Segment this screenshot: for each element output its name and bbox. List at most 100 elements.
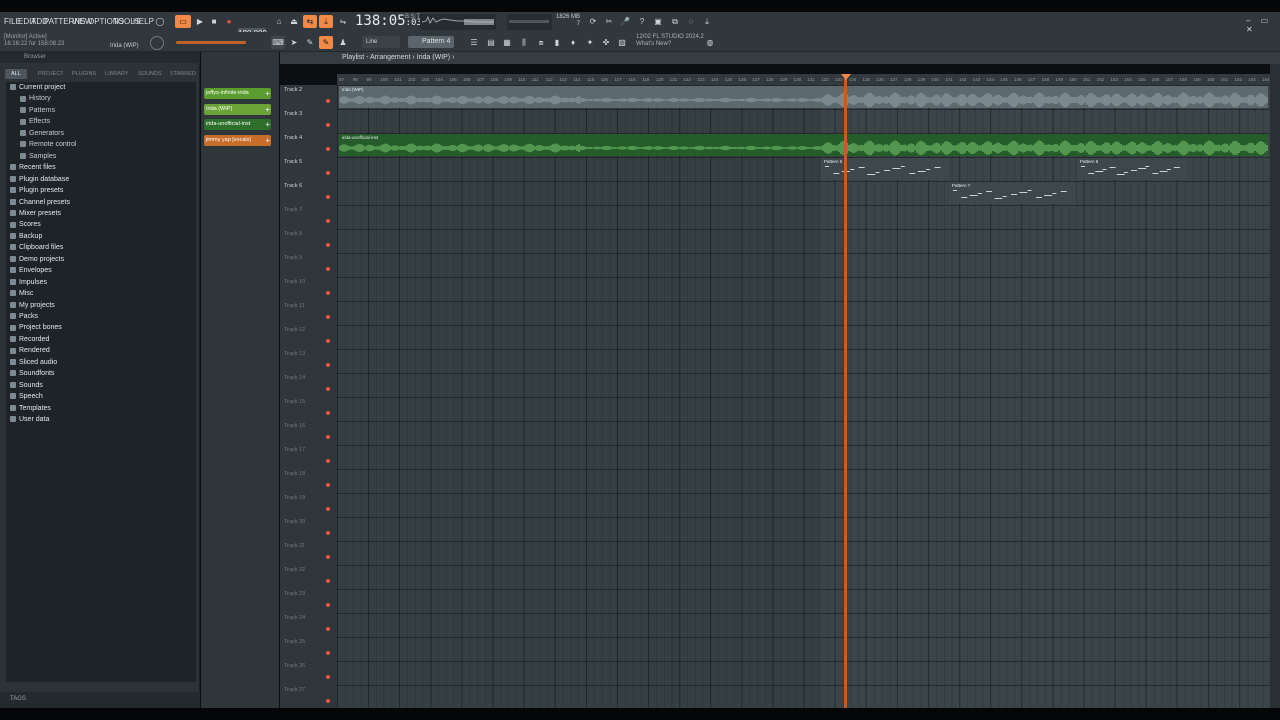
track-name[interactable]: Track 22 — [284, 567, 305, 573]
browser-item[interactable]: Sounds — [10, 382, 43, 389]
save-icon[interactable]: ▣ — [651, 15, 665, 28]
add-clip-icon[interactable]: + — [265, 135, 270, 146]
piano-roll-icon[interactable]: ▤ — [484, 36, 498, 49]
track-name[interactable]: Track 25 — [284, 639, 305, 645]
picker-clip[interactable]: Irida (WIP) + — [204, 103, 271, 115]
audio-clip[interactable]: irida-unofficial-inst — [339, 134, 1268, 156]
track-mute-led[interactable] — [326, 315, 330, 319]
news-icon[interactable]: ▨ — [615, 36, 629, 49]
track-name[interactable]: Track 8 — [284, 231, 302, 237]
track-name[interactable]: Track 20 — [284, 519, 305, 525]
track-name[interactable]: Track 13 — [284, 351, 305, 357]
track-mute-led[interactable] — [326, 219, 330, 223]
track-name[interactable]: Track 16 — [284, 423, 305, 429]
plugin-icon[interactable]: ♦ — [566, 36, 580, 49]
mixer-icon[interactable]: ⧉ — [668, 15, 682, 28]
channel-rack-icon[interactable]: ▦ — [500, 36, 514, 49]
track-name[interactable]: Track 6 — [284, 183, 302, 189]
track-name[interactable]: Track 23 — [284, 591, 305, 597]
tab-all[interactable]: ALL — [5, 69, 27, 79]
tab-starred[interactable]: STARRED — [170, 69, 196, 79]
track-mute-led[interactable] — [326, 483, 330, 487]
track-mute-led[interactable] — [326, 99, 330, 103]
playlist-scrollbar[interactable] — [1270, 64, 1280, 708]
timeline-ruler[interactable]: 97 98 99 100 101 102 103 104 105 106 107 108 109 110 1… — [337, 74, 1270, 85]
track-mute-led[interactable] — [326, 411, 330, 415]
track-mute-led[interactable] — [326, 387, 330, 391]
browser-item[interactable]: Envelopes — [10, 267, 52, 274]
pattern-clip[interactable]: Pattern 5 — [821, 158, 949, 180]
browser-icon[interactable]: ⧈ — [534, 36, 548, 49]
tab-sounds[interactable]: SOUNDS — [138, 69, 162, 79]
metronome-icon[interactable]: ⌂ — [272, 15, 286, 28]
add-clip-icon[interactable]: + — [265, 104, 270, 115]
browser-item[interactable]: Current project — [10, 84, 65, 91]
stop-icon[interactable]: ■ — [207, 15, 221, 28]
paint-tool-button[interactable]: ✎ — [319, 36, 333, 49]
track-mute-led[interactable] — [326, 579, 330, 583]
wait-input-icon[interactable]: ⏏ — [287, 15, 301, 28]
play-icon[interactable]: ▶ — [193, 15, 207, 28]
browser-item[interactable]: Backup — [10, 233, 42, 240]
track-mute-led[interactable] — [326, 627, 330, 631]
track-name[interactable]: Track 15 — [284, 399, 305, 405]
browser-item[interactable]: Scores — [10, 221, 41, 228]
track-mute-led[interactable] — [326, 195, 330, 199]
playlist-grid[interactable]: Irida (WIP) irida-unofficial-inst Pattern … — [337, 85, 1270, 708]
help-icon[interactable]: ? — [635, 15, 649, 28]
cut-icon[interactable]: ✂ — [602, 15, 616, 28]
download-icon[interactable]: ⤓ — [700, 15, 714, 28]
track-mute-led[interactable] — [326, 291, 330, 295]
step-edit-icon[interactable]: ➤ — [287, 36, 301, 49]
track-name[interactable]: Track 5 — [284, 159, 302, 165]
browser-item[interactable]: Packs — [10, 313, 38, 320]
news-panel[interactable]: 12/02 FL STUDIO 2024.2 What's New? — [636, 34, 704, 48]
picker-clip[interactable]: irida-unofficial-inst + — [204, 119, 271, 130]
menu-help[interactable]: HELP — [133, 17, 154, 26]
track-name[interactable]: Track 18 — [284, 471, 305, 477]
browser-item[interactable]: Generators — [20, 130, 64, 137]
browser-item[interactable]: Plugin presets — [10, 187, 63, 194]
tags-bar[interactable]: TAGS — [0, 692, 200, 708]
browser-item[interactable]: My projects — [10, 302, 55, 309]
browser-item[interactable]: User data — [10, 416, 49, 423]
track-mute-led[interactable] — [326, 555, 330, 559]
globe-icon[interactable]: ◍ — [703, 36, 717, 49]
loop-record-button[interactable]: ⤓ — [319, 15, 333, 28]
track-mute-led[interactable] — [326, 339, 330, 343]
track-name[interactable]: Track 24 — [284, 615, 305, 621]
track-mute-led[interactable] — [326, 171, 330, 175]
browser-item[interactable]: Mixer presets — [10, 210, 61, 217]
pattern-clip[interactable]: Pattern 8 — [1077, 158, 1187, 180]
typing-keyboard-icon[interactable]: ⌨ — [271, 36, 285, 49]
browser-item[interactable]: Remote control — [20, 141, 76, 148]
chat-icon[interactable]: ◌ — [684, 15, 698, 28]
touch-keyboard-icon[interactable]: ✜ — [599, 36, 613, 49]
track-mute-led[interactable] — [326, 699, 330, 703]
playhead-line[interactable] — [844, 74, 847, 708]
refresh-icon[interactable]: ⟳ — [586, 15, 600, 28]
track-name[interactable]: Track 19 — [284, 495, 305, 501]
browser-item[interactable]: Sliced audio — [10, 359, 57, 366]
browser-item[interactable]: Speech — [10, 393, 43, 400]
mode-dial-icon[interactable]: ◯ — [153, 15, 167, 28]
track-name[interactable]: Track 21 — [284, 543, 305, 549]
track-mute-led[interactable] — [326, 603, 330, 607]
track-name[interactable]: Track 10 — [284, 279, 305, 285]
add-clip-icon[interactable]: + — [265, 119, 270, 130]
browser-item[interactable]: Effects — [20, 118, 50, 125]
browser-item[interactable]: Templates — [10, 405, 51, 412]
audio-clip[interactable]: Irida (WIP) — [339, 86, 1268, 108]
snap-selector[interactable]: Line — [362, 36, 400, 48]
master-pitch-knob[interactable] — [150, 36, 164, 50]
tab-plugins[interactable]: PLUGINS — [72, 69, 96, 79]
browser-item[interactable]: Misc — [10, 290, 33, 297]
playlist-breadcrumb[interactable]: Playlist - Arrangement › Irida (WIP) › — [342, 54, 454, 61]
track-name[interactable]: Track 27 — [284, 687, 305, 693]
track-mute-led[interactable] — [326, 675, 330, 679]
browser-item[interactable]: History — [20, 95, 51, 102]
track-name[interactable]: Track 12 — [284, 327, 305, 333]
track-mute-led[interactable] — [326, 531, 330, 535]
blend-notes-icon[interactable]: ⇋ — [336, 15, 350, 28]
track-name[interactable]: Track 2 — [284, 87, 302, 93]
